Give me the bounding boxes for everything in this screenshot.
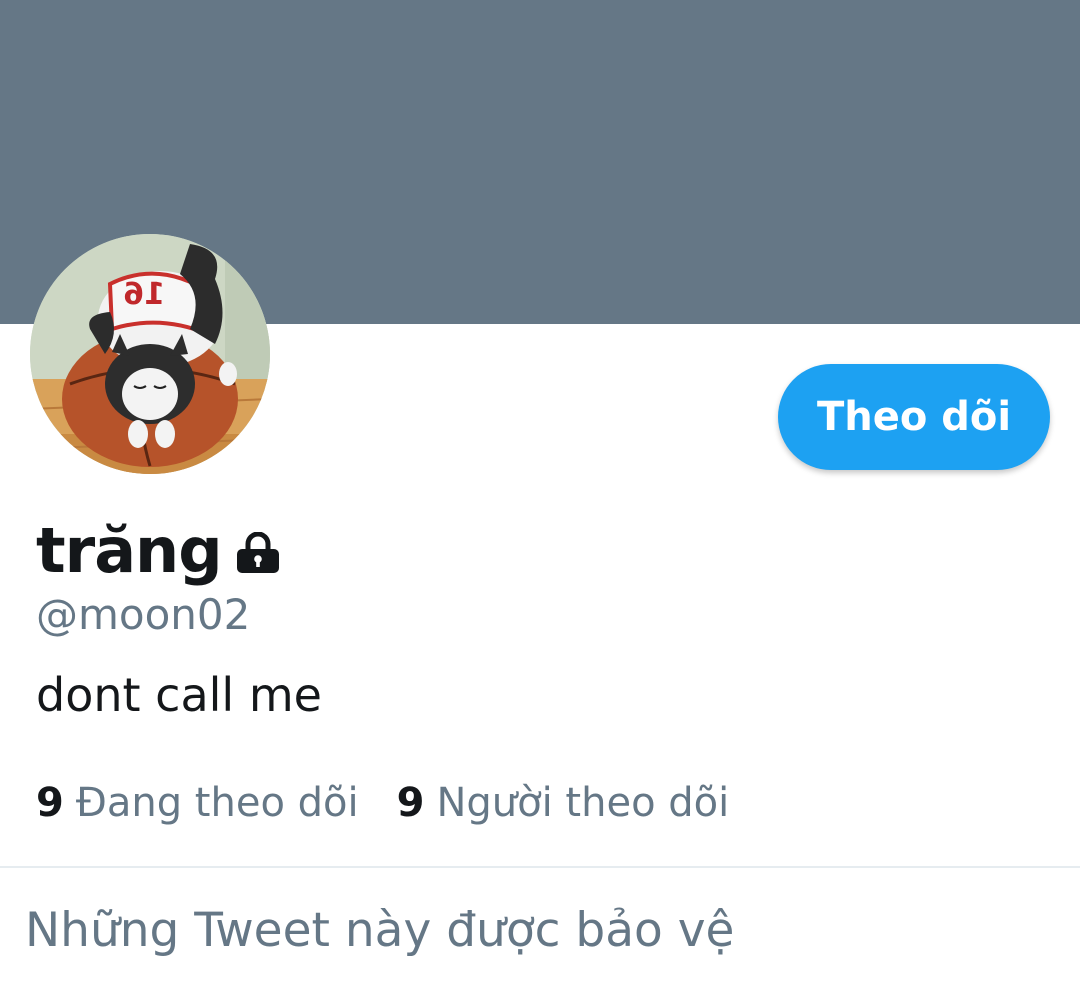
avatar-image: 16 (30, 234, 270, 474)
profile-bio: dont call me (36, 668, 322, 722)
jersey-number: 16 (123, 277, 165, 312)
followers-stat[interactable]: 9 Người theo dõi (397, 780, 730, 826)
following-stat[interactable]: 9 Đang theo dõi (36, 780, 359, 826)
protected-tweets-message: Những Tweet này được bảo vệ (25, 903, 735, 958)
lock-icon (236, 532, 279, 573)
profile-name-row: trăng (36, 510, 282, 590)
followers-label: Người theo dõi (436, 780, 730, 826)
following-label: Đang theo dõi (75, 780, 359, 826)
section-divider (0, 866, 1080, 868)
profile-avatar[interactable]: 16 (30, 234, 270, 474)
following-count: 9 (36, 780, 64, 826)
profile-stats: 9 Đang theo dõi 9 Người theo dõi (36, 780, 729, 826)
follow-button[interactable]: Theo dõi (778, 364, 1050, 470)
display-name: trăng (36, 513, 223, 587)
followers-count: 9 (396, 780, 425, 826)
profile-handle: @moon02 (36, 590, 251, 639)
